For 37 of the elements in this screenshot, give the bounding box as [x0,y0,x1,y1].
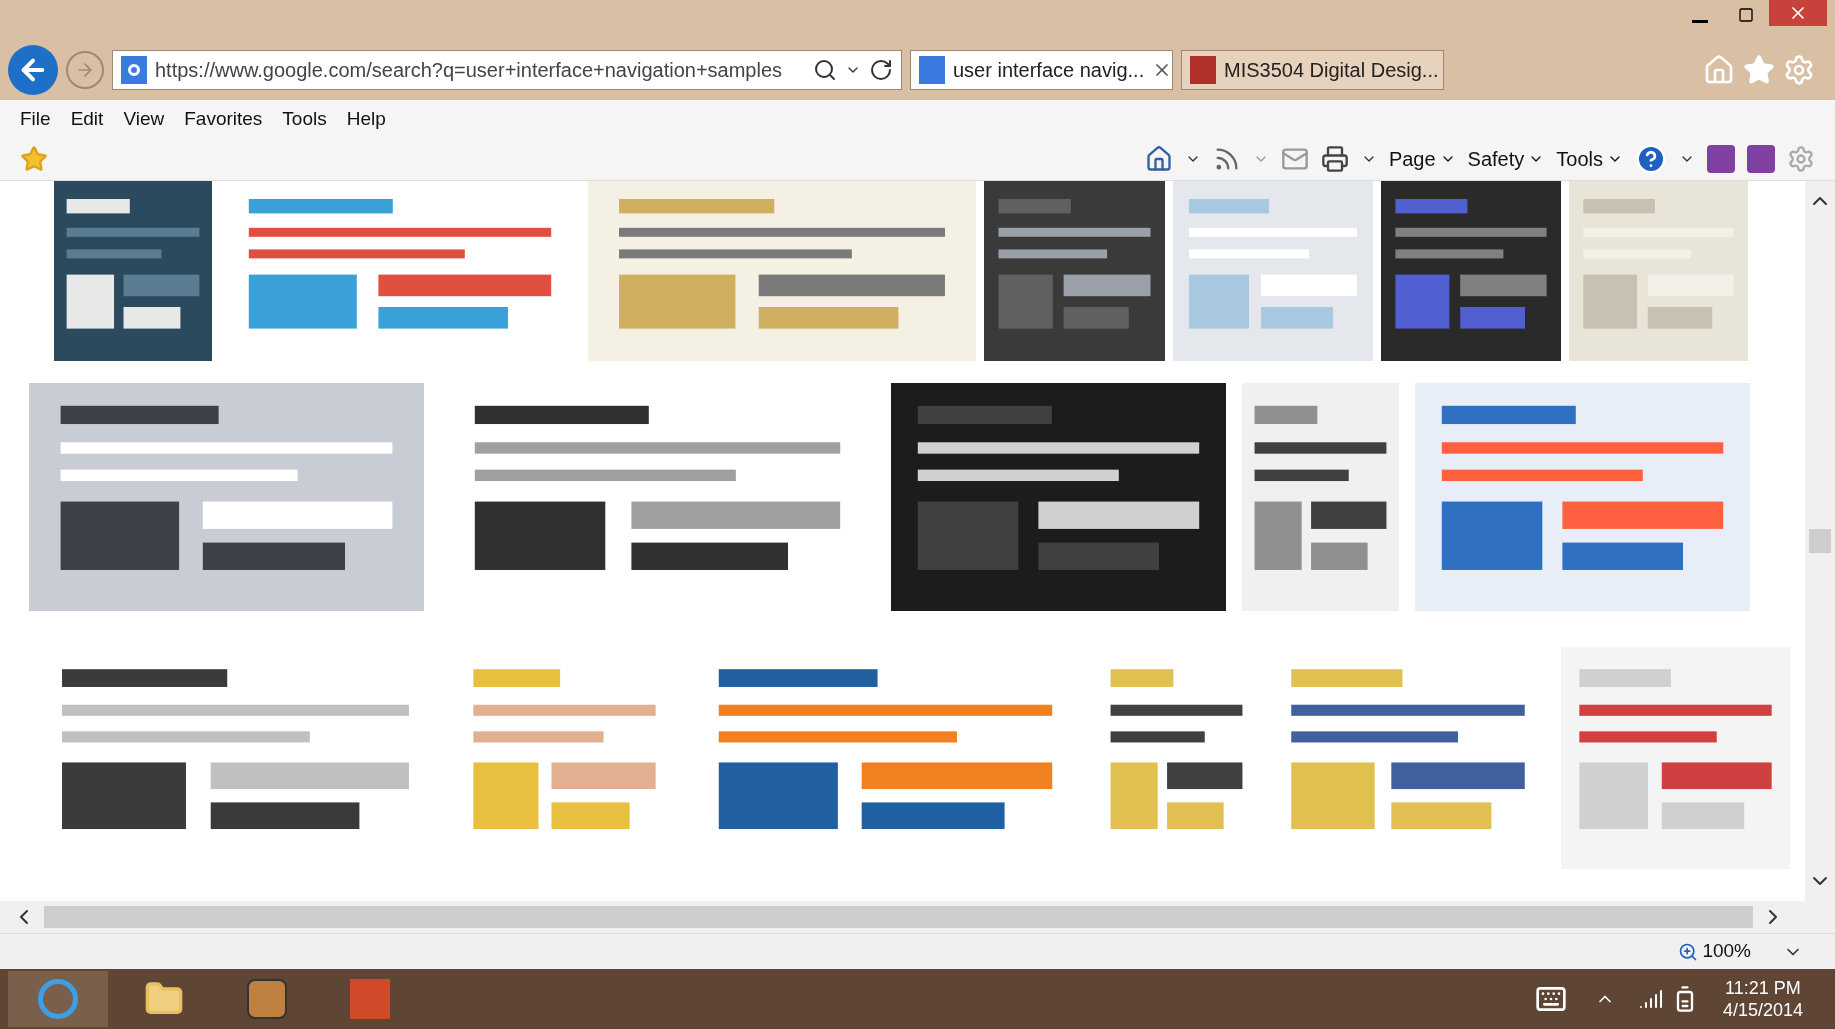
command-menu-button[interactable]: Safety [1467,144,1545,174]
url-text[interactable]: https://www.google.com/search?q=user+interface+navigation+samples [155,55,805,85]
browser-icon [38,979,78,1019]
home-icon[interactable] [1144,145,1173,173]
date-text: 4/15/2014 [1722,999,1803,1022]
back-button[interactable] [8,45,58,95]
site-icon [919,56,945,84]
time-text: 11:21 PM [1725,976,1801,999]
command-menu-button[interactable]: Tools [1556,144,1623,174]
command-menu-button[interactable]: Page [1388,144,1456,174]
address-bar[interactable]: https://www.google.com/search?q=user+interface+navigation+samples [112,50,902,90]
zoom-button[interactable]: 100% [1678,937,1751,966]
tab-title: MIS3504 Digital Desig... [1224,58,1439,83]
browser-tab[interactable]: user interface navig... [910,50,1173,90]
refresh-icon [869,58,893,82]
signal-icon[interactable] [1638,987,1663,1011]
tab-title: user interface navig... [953,58,1145,83]
menu-item[interactable]: File [20,104,51,134]
menu-item[interactable]: View [123,104,165,134]
horizontal-scrollbar[interactable] [0,901,1835,933]
menu-item[interactable]: Help [346,104,386,134]
browser-tab[interactable]: MIS3504 Digital Desig... [1181,50,1444,90]
search-icon [813,58,837,82]
print-icon[interactable] [1320,145,1349,173]
maximize-icon [1738,7,1754,23]
scroll-thumb[interactable] [44,906,1753,928]
menu-item[interactable]: Favorites [184,104,263,134]
menu-item[interactable]: Tools [282,104,327,134]
site-icon [121,56,147,84]
minimize-icon [1692,19,1708,23]
site-icon [1190,56,1216,84]
vertical-scrollbar[interactable] [1805,181,1835,901]
scroll-thumb[interactable] [1809,529,1831,553]
menu-item[interactable]: Edit [70,104,104,134]
help-icon[interactable] [1635,143,1667,175]
clock[interactable]: 11:21 PM 4/15/2014 [1722,976,1803,1022]
zoom-icon [1678,941,1699,962]
